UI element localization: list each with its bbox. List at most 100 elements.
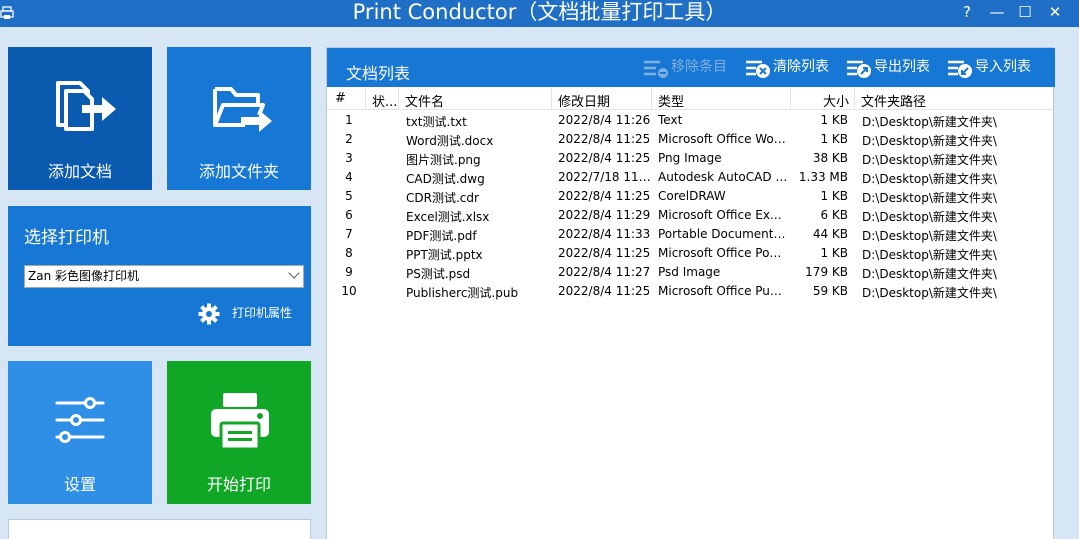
table-row[interactable]: 1 txt测试.txt 2022/8/4 11:26 Text 1 KB D:\Deskt… (327, 111, 1053, 130)
table-row[interactable]: 10 Publisherc测试.pub 2022/8/4 11:25 Microsof… (327, 282, 1053, 301)
row-filename: PS测试.psd (406, 267, 471, 281)
row-number: 10 (341, 284, 357, 298)
row-modified-date: 2022/8/4 11:26 (558, 113, 651, 127)
row-folder-path: D:\Desktop\新建文件夹\ (862, 248, 997, 262)
table-row[interactable]: 5 CDR测试.cdr 2022/8/4 11:25 CorelDRAW 1 KB D:\… (327, 187, 1053, 206)
row-filename: PDF测试.pdf (406, 229, 477, 243)
row-filename: CDR测试.cdr (406, 191, 479, 205)
row-modified-date: 2022/7/18 11:48 (558, 170, 653, 184)
row-number: 7 (345, 227, 353, 241)
row-number: 5 (345, 189, 353, 203)
export-list-label: 导出列表 (874, 59, 930, 75)
column-type[interactable]: 类型 (658, 91, 778, 109)
import-list-icon (948, 60, 972, 78)
row-size: 1.33 MB (798, 170, 848, 184)
table-row[interactable]: 3 图片测试.png 2022/8/4 11:25 Png Image 38 KB D:\… (327, 149, 1053, 168)
row-size: 179 KB (805, 265, 848, 279)
row-modified-date: 2022/8/4 11:25 (558, 189, 651, 203)
row-filename: Publisherc测试.pub (406, 286, 519, 300)
document-list-header: 文档列表 移除条目 清除列表 导出列表 导入列表 (327, 48, 1055, 87)
start-print-button[interactable]: 开始打印 (167, 361, 311, 504)
printer-panel-title: 选择打印机 (24, 228, 109, 248)
table-row[interactable]: 8 PPT测试.pptx 2022/8/4 11:25 Microsoft Offic… (327, 244, 1053, 263)
table-row[interactable]: 2 Word测试.docx 2022/8/4 11:25 Microsoft Offi… (327, 130, 1053, 149)
row-folder-path: D:\Desktop\新建文件夹\ (862, 172, 997, 186)
column-folder-path[interactable]: 文件夹路径 (861, 91, 1041, 109)
table-row[interactable]: 6 Excel测试.xlsx 2022/8/4 11:29 Microsoft Off… (327, 206, 1053, 225)
row-filename: CAD测试.dwg (406, 172, 485, 186)
gear-icon (198, 303, 220, 325)
settings-sliders-icon (55, 397, 105, 443)
table-row[interactable]: 7 PDF测试.pdf 2022/8/4 11:33 Portable Documen… (327, 225, 1053, 244)
document-list-panel: 文档列表 移除条目 清除列表 导出列表 导入列表 # 状... 文件名 修改日期… (326, 47, 1055, 539)
add-document-button[interactable]: 添加文档 (8, 47, 152, 190)
import-list-button[interactable]: 导入列表 (947, 58, 1039, 78)
row-size: 6 KB (820, 208, 848, 222)
column-number[interactable]: # (335, 91, 355, 109)
row-type: Portable Document F... (658, 227, 788, 241)
clear-list-button[interactable]: 清除列表 (745, 58, 837, 78)
remove-item-label: 移除条目 (671, 59, 727, 75)
table-row[interactable]: 9 PS测试.psd 2022/8/4 11:27 Psd Image 179 KB D:… (327, 263, 1053, 282)
row-size: 1 KB (820, 113, 848, 127)
bottom-info-box (8, 519, 311, 539)
row-filename: Word测试.docx (406, 134, 494, 148)
row-folder-path: D:\Desktop\新建文件夹\ (862, 115, 997, 129)
help-button[interactable]: ? (953, 0, 981, 27)
row-folder-path: D:\Desktop\新建文件夹\ (862, 134, 997, 148)
row-size: 59 KB (812, 284, 848, 298)
row-modified-date: 2022/8/4 11:25 (558, 132, 651, 146)
row-modified-date: 2022/8/4 11:29 (558, 208, 651, 222)
row-size: 1 KB (820, 189, 848, 203)
add-folder-button[interactable]: 添加文件夹 (167, 47, 311, 190)
column-filename[interactable]: 文件名 (405, 91, 545, 109)
export-list-button[interactable]: 导出列表 (846, 58, 938, 78)
row-number: 3 (345, 151, 353, 165)
printer-select[interactable]: Zan 彩色图像打印机 (24, 265, 304, 288)
row-modified-date: 2022/8/4 11:25 (558, 246, 651, 260)
column-status[interactable]: 状... (372, 91, 396, 109)
row-folder-path: D:\Desktop\新建文件夹\ (862, 286, 997, 300)
row-size: 38 KB (812, 151, 848, 165)
row-filename: PPT测试.pptx (406, 248, 483, 262)
row-size: 44 KB (812, 227, 848, 241)
row-number: 8 (345, 246, 353, 260)
row-modified-date: 2022/8/4 11:27 (558, 265, 651, 279)
add-folder-icon (213, 87, 272, 132)
add-document-label: 添加文档 (47, 162, 112, 181)
row-type: Png Image (658, 151, 722, 165)
start-print-label: 开始打印 (206, 475, 271, 494)
maximize-button[interactable]: ☐ (1011, 0, 1039, 27)
add-document-icon (56, 81, 116, 131)
table-row[interactable]: 4 CAD测试.dwg 2022/7/18 11:48 Autodesk AutoCA… (327, 168, 1053, 187)
clear-list-icon (746, 60, 770, 78)
remove-item-button[interactable]: 移除条目 (643, 58, 735, 78)
row-type: Microsoft Office Publi... (658, 284, 788, 298)
window-title: Print Conductor（文档批量打印工具） (352, 0, 727, 24)
column-modified-date[interactable]: 修改日期 (558, 91, 648, 109)
row-type: Psd Image (658, 265, 721, 279)
close-button[interactable]: ✕ (1041, 0, 1069, 27)
row-number: 6 (345, 208, 353, 222)
row-type: Text (658, 113, 683, 127)
row-filename: Excel测试.xlsx (406, 210, 490, 224)
settings-button[interactable]: 设置 (8, 361, 152, 504)
row-folder-path: D:\Desktop\新建文件夹\ (862, 229, 997, 243)
title-bar: Print Conductor（文档批量打印工具） ? — ☐ ✕ (0, 0, 1079, 27)
row-size: 1 KB (820, 132, 848, 146)
row-number: 9 (345, 265, 353, 279)
table-header: # 状... 文件名 修改日期 类型 大小 文件夹路径 (327, 88, 1053, 110)
row-filename: txt测试.txt (406, 115, 467, 129)
minimize-button[interactable]: — (983, 0, 1011, 27)
printer-select-value: Zan 彩色图像打印机 (28, 269, 139, 283)
export-list-icon (847, 60, 871, 78)
settings-label: 设置 (63, 475, 96, 494)
row-type: Microsoft Office Excel... (658, 208, 788, 222)
row-folder-path: D:\Desktop\新建文件夹\ (862, 191, 997, 205)
row-number: 1 (345, 113, 353, 127)
column-size[interactable]: 大小 (797, 91, 849, 109)
printer-properties-label: 打印机属性 (232, 306, 293, 320)
row-number: 2 (345, 132, 353, 146)
row-number: 4 (345, 170, 353, 184)
row-type: CorelDRAW (658, 189, 726, 203)
